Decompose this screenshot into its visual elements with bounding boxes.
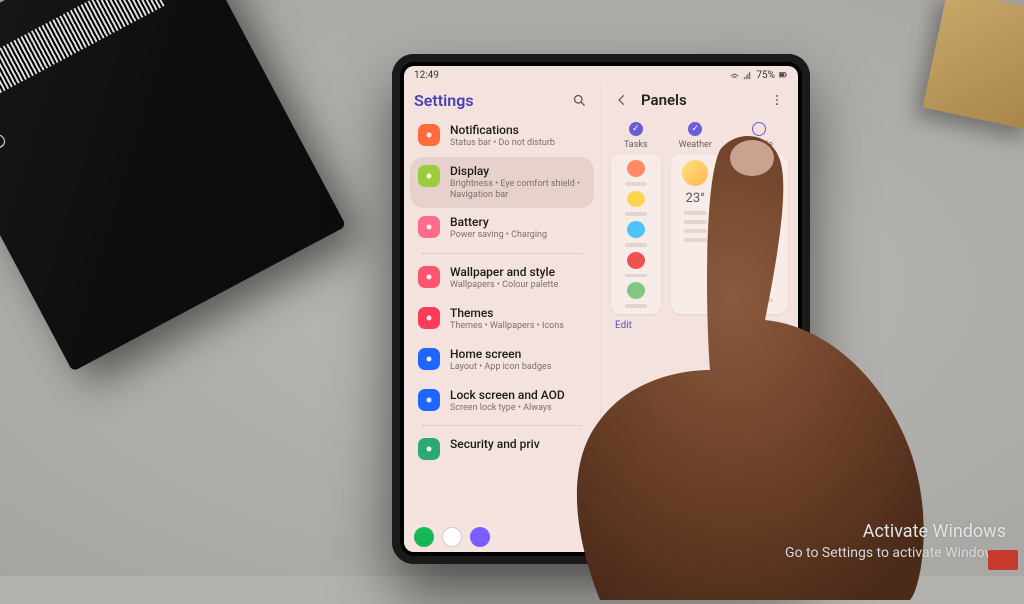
row-subtitle: Layout • App icon badges bbox=[450, 362, 551, 373]
panel-label: People bbox=[745, 140, 773, 150]
panel-label: Tasks bbox=[624, 140, 648, 150]
dock-app-2[interactable] bbox=[442, 527, 462, 547]
settings-row-home-screen[interactable]: Home screenLayout • App icon badges bbox=[410, 340, 594, 381]
panel-checkbox[interactable] bbox=[688, 122, 702, 136]
watermark-line2: Go to Settings to activate Windows. bbox=[785, 544, 1006, 562]
panel-checkbox[interactable] bbox=[629, 122, 643, 136]
panels-pane: Panels Tasks Weather 23° People Edit bbox=[601, 84, 798, 552]
panels-edit-link[interactable]: Edit bbox=[601, 314, 798, 337]
row-title: Lock screen and AOD bbox=[450, 388, 565, 402]
panel-option-weather[interactable]: Weather 23° bbox=[671, 122, 721, 314]
more-icon[interactable] bbox=[766, 89, 788, 111]
row-icon bbox=[418, 348, 440, 370]
row-subtitle: Wallpapers • Colour palette bbox=[450, 280, 558, 291]
wifi-icon bbox=[730, 71, 739, 80]
row-title: Notifications bbox=[450, 123, 555, 137]
settings-row-wallpaper-and-style[interactable]: Wallpaper and styleWallpapers • Colour p… bbox=[410, 258, 594, 299]
watermark-line1: Activate Windows bbox=[785, 520, 1006, 543]
row-subtitle: Screen lock type • Always bbox=[450, 403, 565, 414]
row-icon bbox=[418, 216, 440, 238]
settings-row-themes[interactable]: ThemesThemes • Wallpapers • Icons bbox=[410, 299, 594, 340]
row-icon bbox=[418, 165, 440, 187]
settings-row-security-and-priv[interactable]: Security and priv bbox=[410, 430, 594, 468]
tablet-frame: 12:49 75% Settings bbox=[392, 54, 810, 564]
battery-icon bbox=[779, 71, 788, 80]
settings-row-notifications[interactable]: NotificationsStatus bar • Do not disturb bbox=[410, 116, 594, 157]
battery-percent: 75% bbox=[756, 70, 775, 81]
panel-preview bbox=[611, 154, 661, 314]
settings-row-lock-screen-and-aod[interactable]: Lock screen and AODScreen lock type • Al… bbox=[410, 381, 594, 422]
barcode bbox=[0, 0, 166, 99]
row-title: Display bbox=[450, 164, 586, 178]
settings-row-battery[interactable]: BatteryPower saving • Charging bbox=[410, 208, 594, 249]
row-title: Themes bbox=[450, 306, 564, 320]
tablet-screen: 12:49 75% Settings bbox=[404, 66, 798, 552]
panel-label: Weather bbox=[679, 140, 712, 150]
row-subtitle: Power saving • Charging bbox=[450, 230, 547, 241]
corner-badge bbox=[988, 550, 1018, 570]
panel-checkbox[interactable] bbox=[752, 122, 766, 136]
dock-app-1[interactable] bbox=[414, 527, 434, 547]
row-icon bbox=[418, 307, 440, 329]
windows-watermark: Activate Windows Go to Settings to activ… bbox=[785, 520, 1006, 562]
row-icon bbox=[418, 124, 440, 146]
dock-app-3[interactable] bbox=[470, 527, 490, 547]
row-title: Wallpaper and style bbox=[450, 265, 558, 279]
settings-pane: Settings NotificationsStatus bar • Do no… bbox=[404, 84, 601, 552]
panels-title: Panels bbox=[641, 91, 758, 109]
panel-option-tasks[interactable]: Tasks bbox=[611, 122, 661, 314]
row-subtitle: Themes • Wallpapers • Icons bbox=[450, 321, 564, 332]
row-icon bbox=[418, 266, 440, 288]
row-subtitle: Brightness • Eye comfort shield • Naviga… bbox=[450, 179, 586, 201]
weather-temp: 23° bbox=[686, 191, 705, 206]
row-title: Home screen bbox=[450, 347, 551, 361]
list-separator bbox=[422, 253, 582, 254]
row-title: Battery bbox=[450, 215, 547, 229]
back-icon[interactable] bbox=[611, 89, 633, 111]
list-separator bbox=[422, 425, 582, 426]
row-icon bbox=[418, 438, 440, 460]
settings-row-display[interactable]: DisplayBrightness • Eye comfort shield •… bbox=[410, 157, 594, 209]
row-title: Security and priv bbox=[450, 437, 540, 451]
search-icon[interactable] bbox=[568, 89, 590, 111]
signal-icon bbox=[743, 71, 752, 80]
panel-preview: 23° bbox=[671, 154, 721, 314]
clock: 12:49 bbox=[414, 70, 439, 81]
settings-title: Settings bbox=[414, 91, 560, 110]
panel-preview bbox=[730, 154, 788, 314]
dock bbox=[404, 522, 798, 552]
status-bar: 12:49 75% bbox=[404, 66, 798, 84]
row-icon bbox=[418, 389, 440, 411]
row-subtitle: Status bar • Do not disturb bbox=[450, 138, 555, 149]
panel-option-people[interactable]: People bbox=[730, 122, 788, 314]
